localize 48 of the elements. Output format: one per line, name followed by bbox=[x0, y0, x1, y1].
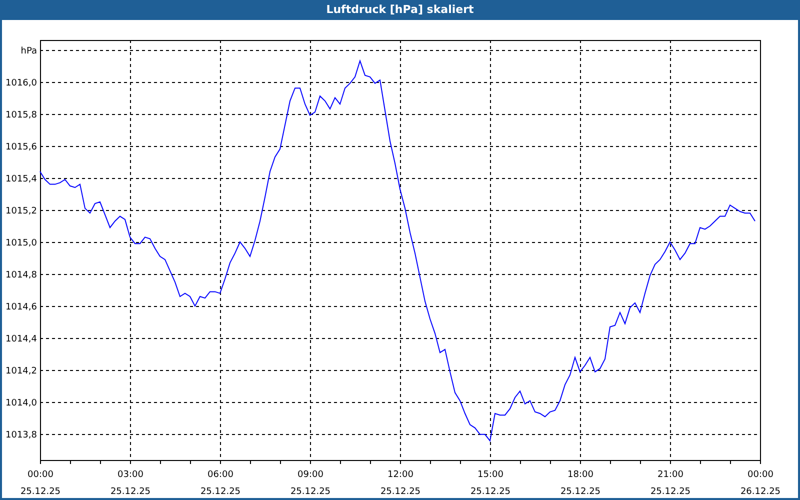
x-tick-label: 00:00 26.12.25 bbox=[740, 470, 781, 497]
axis-tick bbox=[130, 460, 131, 464]
axis-tick bbox=[580, 460, 581, 464]
axis-tick bbox=[490, 460, 491, 464]
axis-tick bbox=[220, 460, 221, 464]
y-tick-label: 1015,8 bbox=[6, 110, 37, 120]
axis-tick bbox=[610, 460, 611, 464]
axis-tick bbox=[310, 460, 311, 464]
axis-tick bbox=[400, 460, 401, 464]
y-tick-label: 1014,6 bbox=[6, 302, 37, 312]
axis-tick bbox=[730, 460, 731, 464]
x-tick-label: 00:00 25.12.25 bbox=[20, 470, 61, 497]
axis-tick bbox=[340, 460, 341, 464]
axis-tick bbox=[370, 460, 371, 464]
y-tick-label: 1014,0 bbox=[6, 398, 37, 408]
axis-tick bbox=[640, 460, 641, 464]
axis-tick bbox=[190, 460, 191, 464]
axis-tick bbox=[280, 460, 281, 464]
y-tick-label: 1014,8 bbox=[6, 270, 37, 280]
y-tick-label: 1015,2 bbox=[6, 206, 37, 216]
y-tick-label: hPa bbox=[20, 46, 37, 56]
axis-tick bbox=[160, 460, 161, 464]
y-tick-label: 1015,0 bbox=[6, 238, 37, 248]
axis-tick bbox=[100, 460, 101, 464]
x-tick-label: 18:00 25.12.25 bbox=[560, 470, 601, 497]
window-title: Luftdruck [hPa] skaliert bbox=[326, 2, 474, 18]
axis-tick bbox=[430, 460, 431, 464]
x-tick-label: 15:00 25.12.25 bbox=[470, 470, 511, 497]
axis-tick bbox=[40, 460, 41, 464]
y-tick-label: 1016,0 bbox=[6, 78, 37, 88]
axis-tick bbox=[520, 460, 521, 464]
y-tick-label: 1015,4 bbox=[6, 174, 37, 184]
x-tick-label: 21:00 25.12.25 bbox=[650, 470, 691, 497]
y-tick-label: 1014,2 bbox=[6, 366, 37, 376]
y-tick-label: 1013,8 bbox=[6, 430, 37, 440]
axis-tick bbox=[460, 460, 461, 464]
y-tick-label: 1015,6 bbox=[6, 142, 37, 152]
y-tick-label: 1014,4 bbox=[6, 334, 37, 344]
axis-tick bbox=[250, 460, 251, 464]
x-tick-label: 12:00 25.12.25 bbox=[380, 470, 421, 497]
axis-tick bbox=[760, 460, 761, 464]
axis-tick bbox=[670, 460, 671, 464]
axis-tick bbox=[70, 460, 71, 464]
x-tick-label: 03:00 25.12.25 bbox=[110, 470, 151, 497]
axis-tick bbox=[700, 460, 701, 464]
x-tick-label: 09:00 25.12.25 bbox=[290, 470, 331, 497]
x-tick-label: 06:00 25.12.25 bbox=[200, 470, 241, 497]
axis-tick bbox=[550, 460, 551, 464]
